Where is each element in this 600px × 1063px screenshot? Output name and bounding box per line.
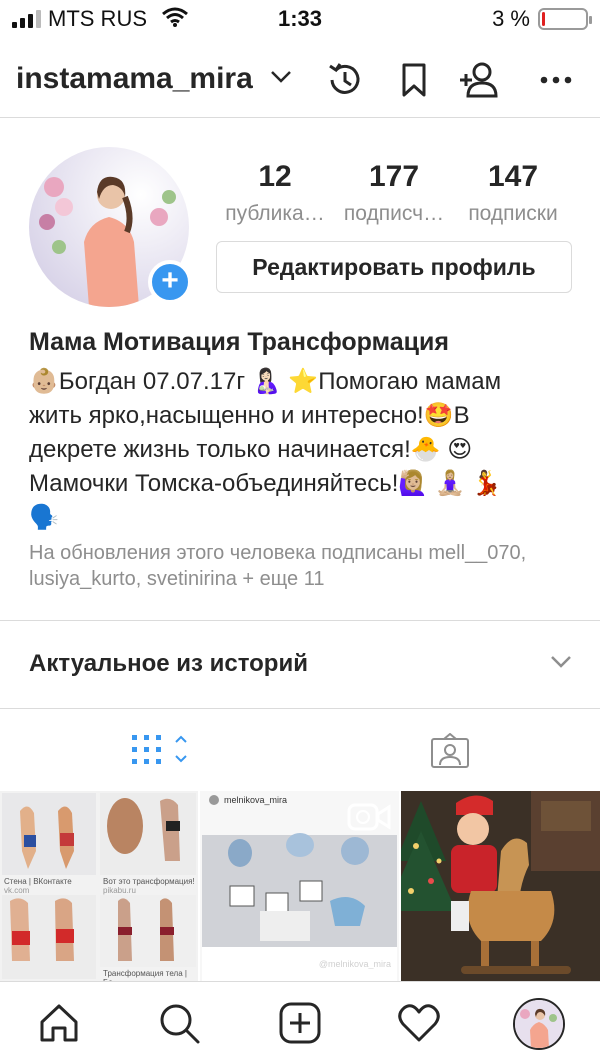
stat-followers[interactable]: 177 подписч… <box>335 160 453 226</box>
stat-followers-count: 177 <box>368 160 420 193</box>
story-highlights-title[interactable]: Актуальное из историй <box>29 650 308 678</box>
status-bar: MTS RUS 1:33 3 % <box>0 0 600 38</box>
stat-following[interactable]: 147 подписки <box>454 160 572 226</box>
post-thumbnail[interactable]: Стена | ВКонтакте vk.com Вот это трансфо… <box>0 791 198 981</box>
battery-icon <box>538 8 592 30</box>
archive-clock-icon[interactable] <box>324 60 364 100</box>
post-caption: pikabu.ru <box>103 886 136 895</box>
add-story-button[interactable]: + <box>148 260 192 304</box>
chevron-down-icon[interactable] <box>270 70 292 84</box>
post-caption: Трансформация тела | Бо... <box>103 969 187 981</box>
post-thumbnail[interactable]: melnikova_mira @melnikova_mira <box>200 791 399 981</box>
stat-followers-label: подписч… <box>343 202 445 225</box>
stat-posts-count: 12 <box>258 160 292 193</box>
post-caption: vk.com <box>4 886 30 895</box>
post-caption: Стена | ВКонтакте <box>4 877 72 886</box>
chevron-down-icon[interactable] <box>550 655 572 669</box>
post-thumbnail[interactable] <box>401 791 600 981</box>
profile-header: instamama_mira <box>0 42 600 118</box>
post-caption: Вот это трансформация! <box>103 877 195 886</box>
divider <box>0 620 600 621</box>
home-icon[interactable] <box>36 1000 82 1046</box>
post-watermark: @melnikova_mira <box>318 959 391 969</box>
activity-heart-icon[interactable] <box>396 1000 442 1046</box>
bookmark-icon[interactable] <box>394 60 434 100</box>
video-icon <box>347 803 391 831</box>
more-icon[interactable] <box>536 60 576 100</box>
followed-by-text[interactable]: На обновления этого человека подписаны m… <box>29 540 579 592</box>
bottom-nav <box>0 981 600 1063</box>
stat-posts[interactable]: 12 публика… <box>216 160 334 226</box>
posts-grid: Стена | ВКонтакте vk.com Вот это трансфо… <box>0 791 600 981</box>
tagged-icon[interactable] <box>430 733 470 769</box>
stat-posts-label: публика… <box>225 202 325 225</box>
search-icon[interactable] <box>156 1000 202 1046</box>
profile-bio: 👶🏼Богдан 07.07.17г 🤱🏻 ⭐Помогаю мамам жит… <box>29 368 502 531</box>
divider <box>0 708 600 709</box>
discover-people-icon[interactable] <box>458 60 498 100</box>
profile-display-name: Мама Мотивация Трансформация <box>29 328 449 356</box>
profile-avatar[interactable] <box>513 998 565 1050</box>
battery-percent: 3 % <box>492 6 530 31</box>
post-account: melnikova_mira <box>224 795 288 805</box>
add-post-icon[interactable] <box>277 1000 323 1046</box>
stat-following-label: подписки <box>468 202 558 225</box>
username-title[interactable]: instamama_mira <box>16 62 253 96</box>
edit-profile-button[interactable]: Редактировать профиль <box>216 241 572 293</box>
grid-icon[interactable] <box>130 732 192 766</box>
stat-following-count: 147 <box>487 160 539 193</box>
